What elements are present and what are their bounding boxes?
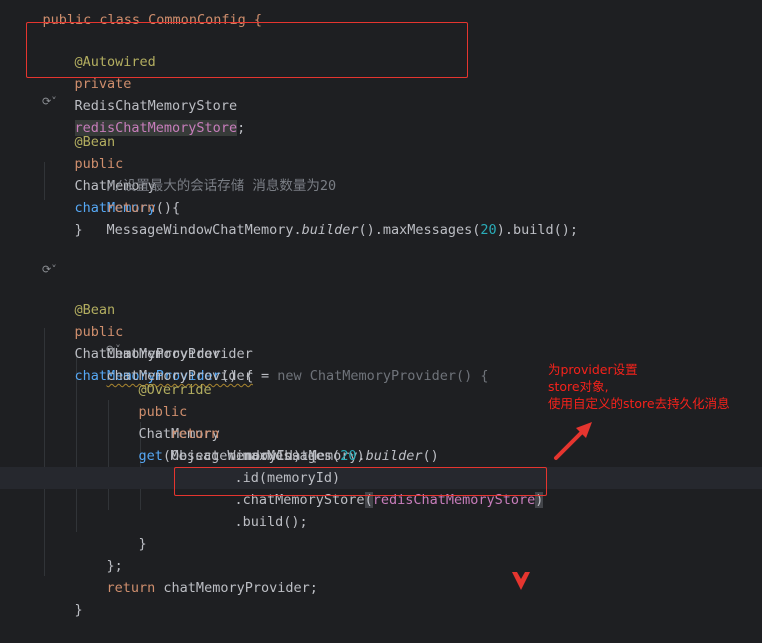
close-brace: } [138, 536, 147, 552]
method-parens: (){ [155, 200, 181, 216]
code-line-return-builder[interactable]: return MessageWindowChatMemory.builder()… [74, 175, 578, 238]
code-line-return-provider[interactable]: return chatMemoryProvider; [74, 555, 318, 596]
code-line-max-messages[interactable]: .maxMessages(20) [202, 423, 365, 464]
annotation-note: 为provider设置 store对象, 使用自定义的store去持久化消息 [548, 361, 730, 412]
annotation-arrow-icon [554, 422, 592, 460]
annotation-line-2: store对象, [548, 379, 609, 394]
return-provider: chatMemoryProvider; [155, 580, 318, 596]
close-brace: } [74, 602, 83, 618]
dot: . [293, 222, 302, 238]
code-line-class-decl[interactable]: public class CommonConfig { [10, 0, 262, 28]
build-tail: ).build(); [496, 222, 578, 238]
highlight-box-chat-memory-store [174, 467, 547, 496]
highlight-box-autowired [26, 22, 468, 78]
code-line-anon-close[interactable]: }; [74, 533, 123, 574]
code-line-bean-2[interactable]: @Bean [42, 277, 116, 318]
return-keyword: return [106, 200, 156, 216]
annotation-line-1: 为provider设置 [548, 362, 638, 377]
return-keyword: return [106, 580, 156, 596]
code-line-provider-var[interactable]: ChatMemoryProvider chatMemoryProvider = … [74, 321, 489, 384]
code-line-close-1[interactable]: } [42, 197, 83, 238]
build-call: .build(); [234, 514, 308, 530]
down-marker-icon [512, 572, 530, 590]
close-brace: } [74, 222, 83, 238]
code-line-override[interactable]: @Override [106, 357, 212, 398]
builder-method: builder [301, 222, 359, 238]
code-line-provider-sig[interactable]: public ChatMemoryProvider chatMemoryProv… [42, 299, 254, 384]
max-messages-call: ().maxMessages( [358, 222, 481, 238]
builder-call: () [422, 448, 439, 464]
anon-constructor: ChatMemoryProvider() { [301, 368, 489, 384]
code-editor[interactable]: public class CommonConfig { @Autowired p… [0, 0, 762, 618]
code-line-return-builder-2[interactable]: return MessageWindowChatMemory.builder() [138, 401, 439, 464]
annotation-line-3: 使用自定义的store去持久化消息 [548, 396, 730, 411]
code-line-close-2[interactable]: } [42, 577, 83, 618]
code-line-bean-1[interactable]: @Bean [42, 109, 116, 150]
mwcm-class: MessageWindowChatMemory [106, 222, 294, 238]
close-paren: ) [356, 448, 365, 464]
code-line-chat-memory-sig[interactable]: public ChatMemory chatMemory(){ [42, 131, 181, 216]
semicolon: ; [237, 120, 246, 136]
code-line-id[interactable]: .id(memoryId) [202, 445, 341, 486]
number-20: 20 [340, 448, 357, 464]
bean-gutter-icon[interactable]: ⟳˅ [42, 263, 57, 277]
code-line-comment[interactable]: //设置最大的会话存储 消息数量为20 [74, 153, 337, 194]
number-20: 20 [480, 222, 497, 238]
builder-method: builder [365, 448, 423, 464]
code-line-close-get[interactable]: } [106, 511, 147, 552]
private-keyword: private [74, 76, 132, 92]
bean-gutter-icon[interactable]: ⟳˅ [42, 95, 57, 109]
code-line-get-sig[interactable]: public ChatMemory get(Object memoryId) { [106, 379, 318, 464]
override-gutter-icon[interactable]: ⟳˅ [106, 343, 121, 357]
